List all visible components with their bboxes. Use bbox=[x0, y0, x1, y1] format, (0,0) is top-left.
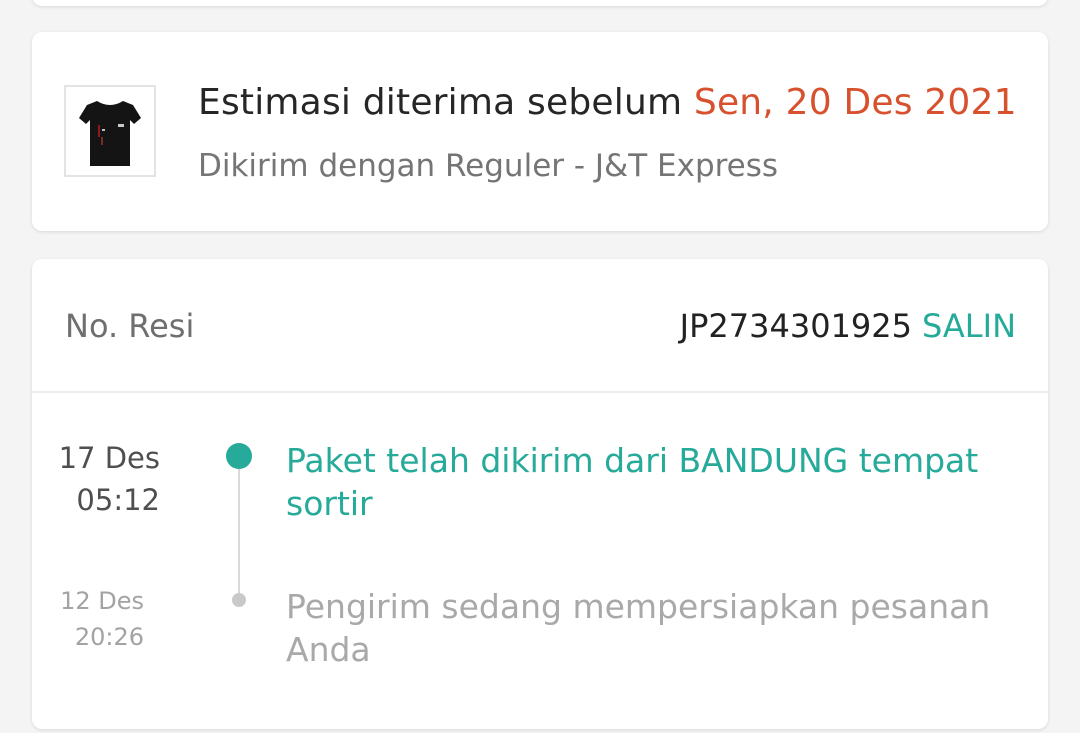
timeline-dot-active bbox=[226, 443, 252, 469]
tracking-card: No. Resi JP2734301925 SALIN 17 Des 05:12 … bbox=[32, 259, 1048, 729]
event-date: 17 Des bbox=[58, 441, 160, 475]
previous-card bbox=[32, 0, 1048, 6]
resi-label: No. Resi bbox=[65, 307, 195, 345]
copy-resi-button[interactable]: SALIN bbox=[922, 307, 1016, 345]
event-time: 20:26 bbox=[74, 623, 144, 651]
resi-number: JP2734301925 bbox=[679, 307, 912, 345]
resi-row: No. Resi JP2734301925 SALIN bbox=[32, 259, 1048, 393]
resi-value-group: JP2734301925 SALIN bbox=[680, 307, 1016, 345]
estimate-text: Estimasi diterima sebelum Sen, 20 Des 20… bbox=[198, 82, 1017, 123]
event-description: Paket telah dikirim dari BANDUNG tempat … bbox=[286, 441, 979, 523]
event-description: Pengirim sedang mempersiapkan pesanan An… bbox=[286, 587, 991, 669]
event-time: 05:12 bbox=[76, 483, 160, 517]
product-thumbnail[interactable] bbox=[64, 85, 156, 177]
event-date: 12 Des bbox=[60, 587, 144, 615]
timeline-connector bbox=[238, 459, 240, 599]
delivery-estimate-card: Estimasi diterima sebelum Sen, 20 Des 20… bbox=[32, 32, 1048, 231]
tracking-timeline: 17 Des 05:12 Paket telah dikirim dari BA… bbox=[32, 393, 1048, 733]
timeline-dot bbox=[232, 593, 246, 607]
tshirt-icon bbox=[79, 101, 141, 166]
courier-info: Dikirim dengan Reguler - J&T Express bbox=[198, 148, 779, 184]
estimate-date: Sen, 20 Des 2021 bbox=[693, 82, 1017, 123]
estimate-label: Estimasi diterima sebelum bbox=[198, 82, 683, 123]
